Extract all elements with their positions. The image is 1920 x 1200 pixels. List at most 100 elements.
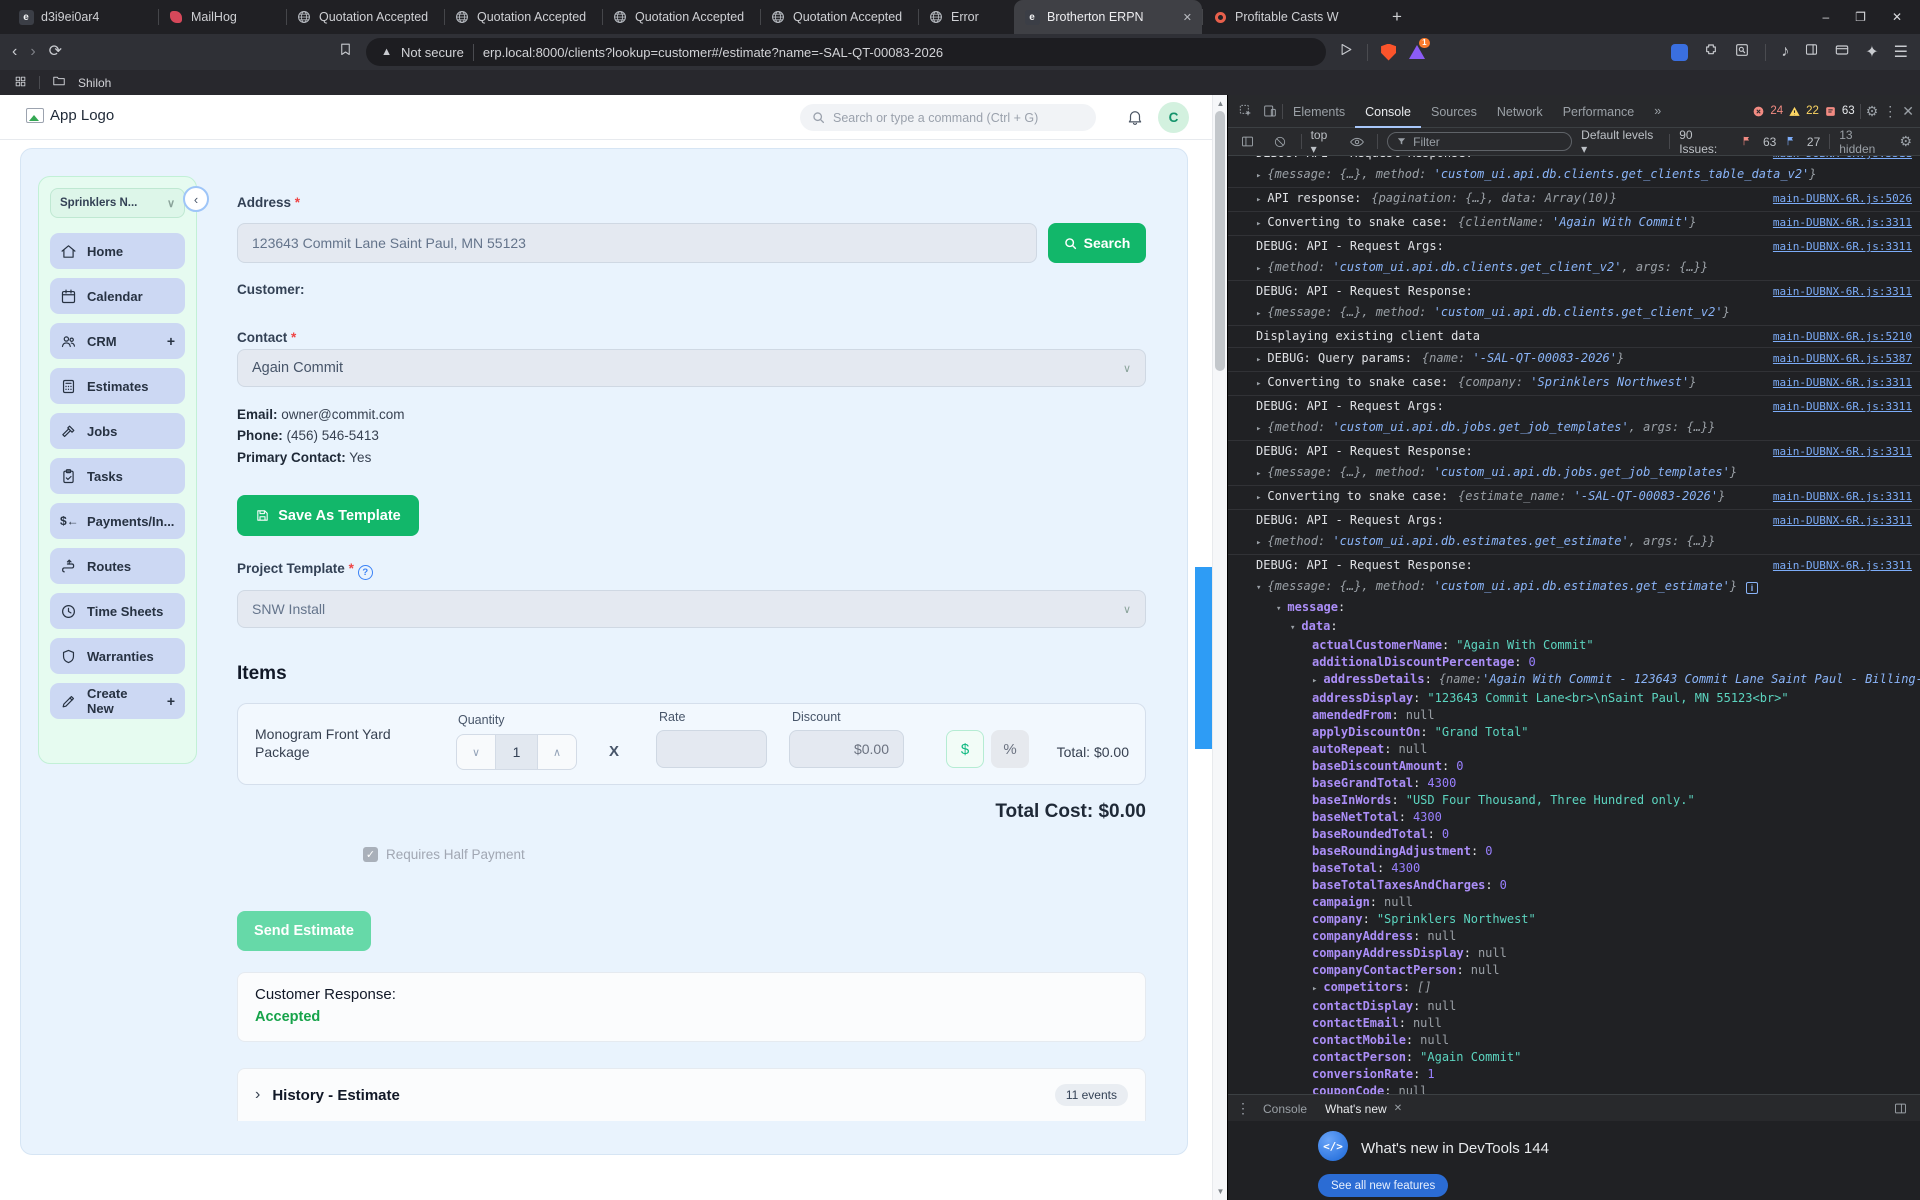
devtools-tab-performance[interactable]: Performance (1553, 95, 1645, 128)
sidebar-toggle-icon[interactable] (1804, 42, 1819, 62)
password-manager-icon[interactable] (1671, 43, 1689, 61)
menu-icon[interactable]: ☰ (1894, 42, 1908, 62)
reload-button[interactable]: ⟳ (49, 44, 62, 60)
leo-sparkles-icon[interactable]: ✦ (1865, 42, 1878, 62)
console-log-row[interactable]: DEBUG: API - Request Response:main-DUBNX… (1228, 440, 1920, 462)
console-log-row[interactable]: DEBUG: API - Request Response:main-DUBNX… (1228, 280, 1920, 302)
console-property-row[interactable]: contactEmail: null (1228, 1015, 1920, 1032)
plus-icon[interactable]: + (167, 333, 175, 349)
clear-console-icon[interactable] (1268, 135, 1291, 149)
discount-percent-toggle[interactable]: % (991, 730, 1029, 768)
sidebar-item-warranties[interactable]: Warranties (50, 638, 185, 674)
console-log-row[interactable]: ▸ {method: 'custom_ui.api.db.jobs.get_job… (1228, 417, 1920, 440)
brave-shield-icon[interactable] (1381, 43, 1397, 61)
address-bar[interactable]: ▲ Not secure erp.local:8000/clients?look… (366, 38, 1327, 66)
browser-tab[interactable]: Quotation Accepted (602, 0, 760, 34)
sidebar-item-estimates[interactable]: Estimates (50, 368, 185, 404)
console-log-row[interactable]: DEBUG: API - Request Response:main-DUBNX… (1228, 554, 1920, 576)
more-panels-button[interactable]: » (1644, 95, 1671, 128)
log-levels-selector[interactable]: Default levels ▾ (1581, 128, 1660, 156)
issues-count-icon[interactable] (1824, 105, 1837, 118)
page-scrollbar[interactable]: ▲ ▼ (1212, 95, 1227, 1200)
extension-badge-icon[interactable]: 1 (1409, 38, 1430, 59)
quantity-decrement-button[interactable]: ∨ (457, 735, 495, 769)
console-log-row[interactable]: ▸ {message: {…}, method: 'custom_ui.api.d… (1228, 462, 1920, 485)
console-log-row[interactable]: ▸ {message: {…}, method: 'custom_ui.api.d… (1228, 302, 1920, 325)
extensions-puzzle-icon[interactable] (1703, 42, 1719, 63)
console-log-row[interactable]: DEBUG: API - Request Args: main-DUBNX-6R.… (1228, 509, 1920, 531)
drawer-tab-what-s-new[interactable]: What's new ✕ (1316, 1095, 1411, 1122)
console-property-row[interactable]: couponCode: null (1228, 1083, 1920, 1094)
console-property-row[interactable]: applyDiscountOn: "Grand Total" (1228, 724, 1920, 741)
app-scrollbar-thumb[interactable] (1195, 567, 1212, 749)
window-close-button[interactable]: ✕ (1892, 10, 1902, 24)
media-note-icon[interactable]: ♪ (1781, 43, 1789, 61)
console-property-row[interactable]: additionalDiscountPercentage:0 (1228, 654, 1920, 671)
hidden-messages-count[interactable]: 13 hidden (1839, 128, 1890, 156)
user-avatar[interactable]: C (1158, 102, 1189, 133)
scroll-up-arrow[interactable]: ▲ (1213, 99, 1227, 108)
notifications-bell-icon[interactable] (1126, 108, 1144, 131)
console-log-row[interactable]: ▸ {message: {…}, method: 'custom_ui.api.d… (1228, 164, 1920, 187)
console-property-row[interactable]: baseRoundedTotal:0 (1228, 826, 1920, 843)
sidebar-item-create-new[interactable]: Create New + (50, 683, 185, 719)
console-property-row[interactable]: ▸ competitors:[] (1228, 979, 1920, 998)
devtools-settings-gear-icon[interactable]: ⚙ (1866, 103, 1879, 120)
new-tab-button[interactable]: + (1378, 7, 1416, 27)
console-property-row[interactable]: actualCustomerName: "Again With Commit" (1228, 637, 1920, 654)
console-property-row[interactable]: contactDisplay: null (1228, 998, 1920, 1015)
sidebar-item-crm[interactable]: CRM + (50, 323, 185, 359)
console-property-row[interactable]: company: "Sprinklers Northwest" (1228, 911, 1920, 928)
window-minimize-button[interactable]: – (1822, 10, 1829, 24)
sidebar-item-tasks[interactable]: Tasks (50, 458, 185, 494)
device-toolbar-icon[interactable] (1258, 103, 1282, 119)
half-payment-checkbox[interactable]: ✓ (363, 847, 378, 862)
console-log-row[interactable]: ▸ Converting to snake case: {company: 'Spr… (1228, 371, 1920, 395)
tab-close-icon[interactable]: ✕ (1179, 11, 1192, 24)
search-box-icon[interactable] (1734, 42, 1750, 63)
address-input[interactable]: 123643 Commit Lane Saint Paul, MN 55123 (237, 223, 1037, 263)
bookmark-icon[interactable] (338, 42, 353, 62)
sidebar-item-calendar[interactable]: Calendar (50, 278, 185, 314)
console-sidebar-toggle-icon[interactable] (1236, 134, 1259, 149)
console-property-row[interactable]: baseNetTotal:4300 (1228, 809, 1920, 826)
console-log-row[interactable]: DEBUG: API - Request Args: main-DUBNX-6R.… (1228, 395, 1920, 417)
console-property-row[interactable]: companyAddress: null (1228, 928, 1920, 945)
discount-input[interactable]: $0.00 (789, 730, 904, 768)
console-log-row[interactable]: ▸ {method: 'custom_ui.api.db.estimates.ge… (1228, 531, 1920, 554)
security-label[interactable]: Not secure (401, 45, 464, 60)
console-property-row[interactable]: baseInWords: "USD Four Thousand, Three Hu… (1228, 792, 1920, 809)
console-property-row[interactable]: companyAddressDisplay: null (1228, 945, 1920, 962)
console-log-row[interactable]: ▾ {message: {…}, method: 'custom_ui.api.d… (1228, 576, 1920, 599)
console-property-row[interactable]: baseRoundingAdjustment:0 (1228, 843, 1920, 860)
console-property-row[interactable]: ▾ message: (1228, 599, 1920, 618)
console-property-row[interactable]: contactMobile: null (1228, 1032, 1920, 1049)
browser-tab[interactable]: Quotation Accepted (760, 0, 918, 34)
browser-tab[interactable]: MailHog (158, 0, 286, 34)
app-logo[interactable]: App Logo (26, 107, 114, 124)
sidebar-item-home[interactable]: Home (50, 233, 185, 269)
console-property-row[interactable]: baseGrandTotal:4300 (1228, 775, 1920, 792)
help-icon[interactable]: ? (357, 565, 373, 580)
devtools-tab-sources[interactable]: Sources (1421, 95, 1487, 128)
plus-icon[interactable]: + (167, 693, 175, 709)
console-property-row[interactable]: companyContactPerson: null (1228, 962, 1920, 979)
browser-tab[interactable]: Quotation Accepted (444, 0, 602, 34)
forward-button[interactable]: › (30, 44, 35, 60)
console-log[interactable]: DEBUG: API - Request Response:main-DUBNX… (1228, 156, 1920, 1094)
devtools-more-menu-icon[interactable]: ⋮ (1883, 103, 1897, 120)
drawer-more-icon[interactable]: ⋮ (1236, 1100, 1250, 1117)
console-property-row[interactable]: addressDisplay: "123643 Commit Lane<br>\n… (1228, 690, 1920, 707)
scroll-down-arrow[interactable]: ▼ (1213, 1187, 1227, 1196)
drawer-tab-console[interactable]: Console (1254, 1095, 1316, 1122)
console-property-row[interactable]: autoRepeat: null (1228, 741, 1920, 758)
send-estimate-button[interactable]: Send Estimate (237, 911, 371, 951)
devtools-tab-console[interactable]: Console (1355, 95, 1421, 128)
console-log-row[interactable]: ▸ Converting to snake case: {estimate_name… (1228, 485, 1920, 509)
console-log-row[interactable]: ▸ API response: {pagination: {…}, data: Ar… (1228, 187, 1920, 211)
contact-select[interactable]: Again Commit ∨ (237, 349, 1146, 387)
error-count-icon[interactable] (1752, 105, 1765, 118)
issues-summary[interactable]: 90 Issues: (1679, 128, 1732, 156)
devtools-tab-elements[interactable]: Elements (1283, 95, 1355, 128)
quantity-value[interactable]: 1 (495, 735, 538, 769)
